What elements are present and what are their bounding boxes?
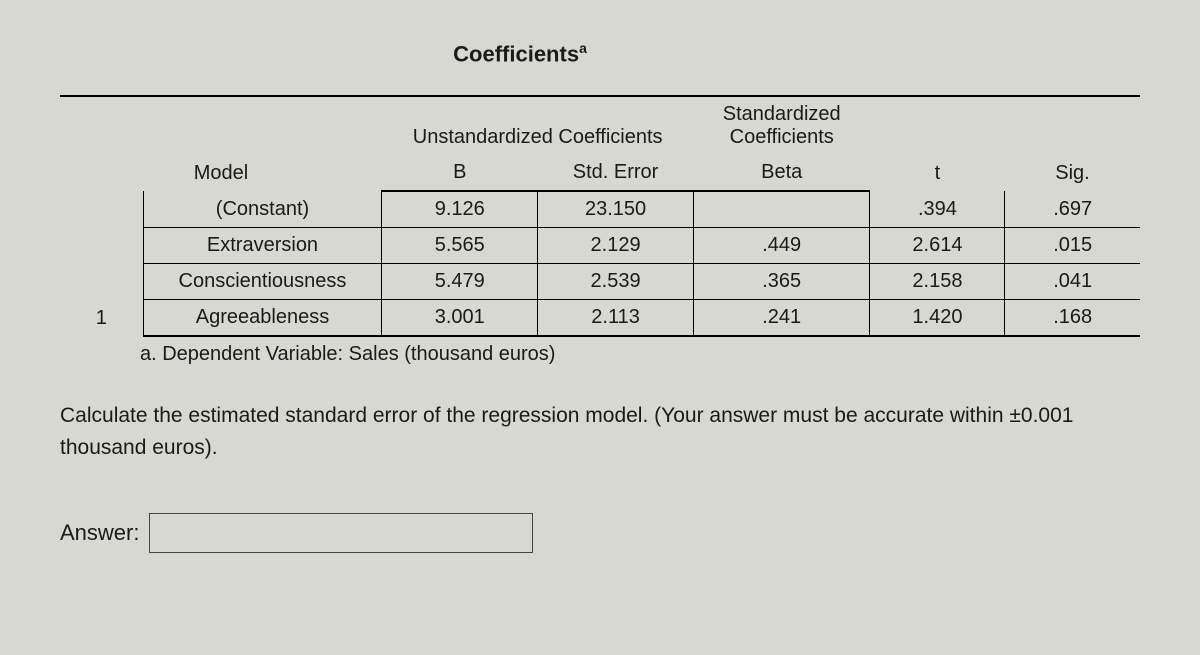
- cell-se: 2.539: [538, 264, 694, 300]
- answer-label: Answer:: [60, 520, 139, 546]
- table-row: 1 (Constant) 9.126 23.150 .394 .697: [60, 191, 1140, 228]
- cell-se: 2.113: [538, 300, 694, 337]
- table-row: Agreeableness 3.001 2.113 .241 1.420 .16…: [60, 300, 1140, 337]
- col-header-t: t: [870, 96, 1005, 191]
- model-number: 1: [60, 191, 143, 336]
- cell-se: 2.129: [538, 228, 694, 264]
- cell-sig: .697: [1005, 191, 1140, 228]
- var-name: Conscientiousness: [143, 264, 382, 300]
- table-footnote: a. Dependent Variable: Sales (thousand e…: [140, 343, 1140, 366]
- table-row: Extraversion 5.565 2.129 .449 2.614 .015: [60, 228, 1140, 264]
- var-name: Agreeableness: [143, 300, 382, 337]
- cell-beta: .241: [693, 300, 870, 337]
- cell-t: 2.614: [870, 228, 1005, 264]
- coefficients-table: Model Unstandardized Coefficients Standa…: [60, 95, 1140, 337]
- cell-b: 3.001: [382, 300, 538, 337]
- cell-t: .394: [870, 191, 1005, 228]
- table-title: Coefficientsa: [370, 40, 670, 67]
- col-header-se: Std. Error: [538, 155, 694, 191]
- cell-beta: [693, 191, 870, 228]
- col-header-model: Model: [60, 96, 382, 191]
- col-header-std: Standardized Coefficients: [693, 96, 870, 155]
- var-name: (Constant): [143, 191, 382, 228]
- col-header-beta: Beta: [693, 155, 870, 191]
- cell-sig: .015: [1005, 228, 1140, 264]
- var-name: Extraversion: [143, 228, 382, 264]
- cell-sig: .168: [1005, 300, 1140, 337]
- cell-beta: .365: [693, 264, 870, 300]
- table-row: Conscientiousness 5.479 2.539 .365 2.158…: [60, 264, 1140, 300]
- cell-b: 9.126: [382, 191, 538, 228]
- col-header-sig: Sig.: [1005, 96, 1140, 191]
- cell-b: 5.479: [382, 264, 538, 300]
- cell-t: 1.420: [870, 300, 1005, 337]
- question-text: Calculate the estimated standard error o…: [60, 400, 1140, 463]
- cell-sig: .041: [1005, 264, 1140, 300]
- col-header-unstd: Unstandardized Coefficients: [382, 96, 694, 155]
- cell-se: 23.150: [538, 191, 694, 228]
- cell-beta: .449: [693, 228, 870, 264]
- col-header-b: B: [382, 155, 538, 191]
- title-text: Coefficients: [453, 41, 579, 66]
- answer-input[interactable]: [149, 513, 533, 553]
- cell-t: 2.158: [870, 264, 1005, 300]
- title-superscript: a: [579, 40, 587, 56]
- cell-b: 5.565: [382, 228, 538, 264]
